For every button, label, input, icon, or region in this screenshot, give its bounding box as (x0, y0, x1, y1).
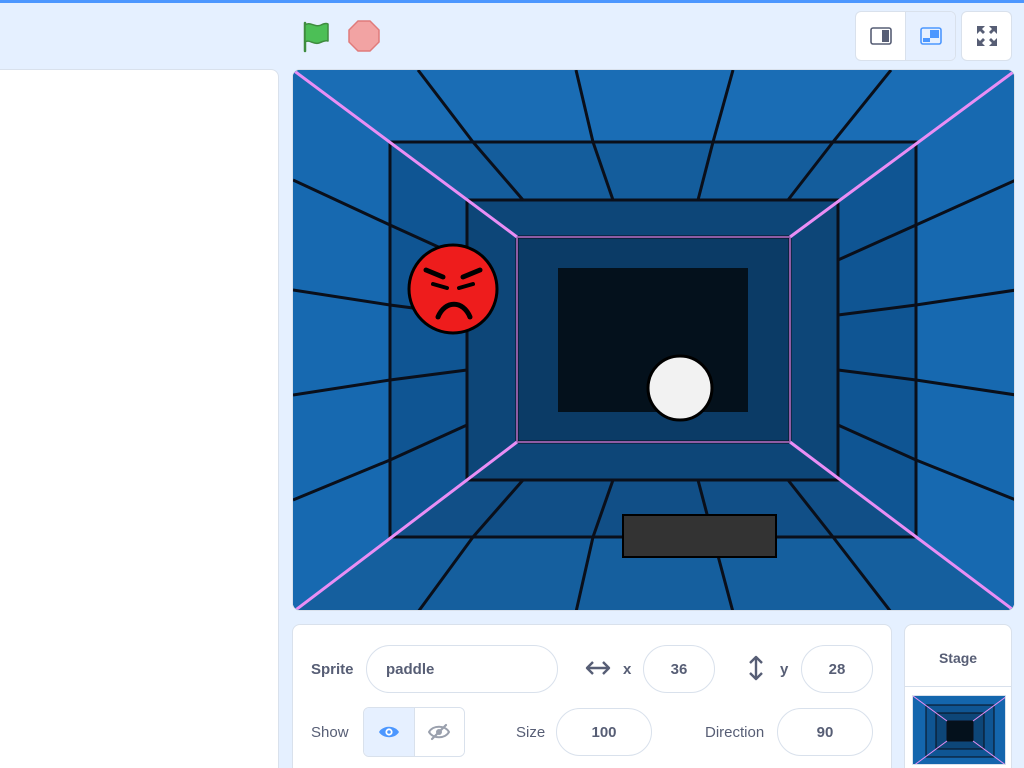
code-area[interactable] (0, 69, 279, 768)
normal-stage-button[interactable] (905, 12, 955, 60)
x-position-field[interactable]: 36 (643, 645, 715, 693)
fullscreen-button[interactable] (961, 11, 1012, 61)
y-position-field[interactable]: 28 (801, 645, 873, 693)
eye-icon (378, 726, 399, 738)
top-accent-bar (0, 0, 1024, 3)
x-label: x (623, 661, 632, 678)
eye-slash-icon (428, 723, 451, 741)
stage-canvas[interactable] (292, 69, 1015, 611)
green-flag-icon[interactable] (298, 18, 334, 54)
show-label: Show (311, 724, 349, 741)
stage-size-toggle (855, 11, 956, 61)
size-field[interactable]: 100 (556, 708, 652, 756)
stop-sign-icon[interactable] (346, 18, 382, 54)
show-sprite-button[interactable] (364, 708, 414, 756)
stage-selector-panel[interactable]: Stage (904, 624, 1012, 768)
hide-sprite-button[interactable] (413, 708, 464, 756)
small-stage-icon (869, 27, 892, 45)
stage-thumbnail[interactable] (912, 695, 1006, 765)
paddle-sprite[interactable] (622, 514, 777, 558)
sprite-name-field[interactable]: paddle (366, 645, 558, 693)
small-stage-button[interactable] (856, 12, 905, 60)
y-label: y (780, 661, 789, 678)
y-position-icon (748, 655, 764, 686)
sprite-label: Sprite (311, 661, 354, 678)
stage-title: Stage (938, 650, 978, 666)
visibility-toggle (363, 707, 465, 757)
x-position-icon (585, 660, 611, 681)
direction-field[interactable]: 90 (777, 708, 873, 756)
normal-stage-icon (919, 27, 942, 45)
fullscreen-icon (976, 26, 997, 46)
angry-face-sprite[interactable] (407, 243, 499, 335)
stage-divider (905, 686, 1011, 687)
size-label: Size (516, 724, 546, 741)
sprite-info-panel: Sprite paddle x 36 y 28 Show Size 100 Di… (292, 624, 892, 768)
direction-label: Direction (705, 724, 765, 741)
ball-sprite[interactable] (646, 354, 714, 422)
